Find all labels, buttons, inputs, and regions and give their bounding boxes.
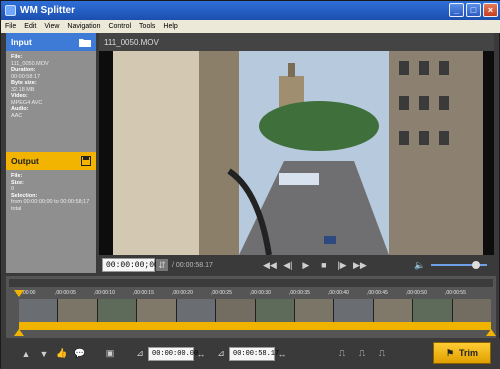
playhead-marker[interactable] [14, 290, 24, 297]
down-arrow-icon[interactable]: ▼ [39, 349, 49, 359]
transport-buttons: ◀◀ ◀| ▶ ■ |▶ ▶▶ [263, 260, 367, 271]
maximize-button[interactable]: □ [466, 3, 481, 17]
thumb-2 [58, 299, 98, 322]
current-time-field[interactable]: 00:00:00;00 [102, 258, 159, 272]
thumb-7 [255, 299, 295, 322]
menu-control[interactable]: Control [108, 23, 131, 30]
total-time: / 00:00:58.17 [172, 261, 213, 269]
input-audio-value: AAC [11, 112, 23, 119]
next-marker-icon[interactable]: ▶▶ [353, 260, 367, 270]
volume-slider[interactable] [430, 261, 487, 269]
thumb-10 [373, 299, 414, 322]
title-bar: WM Splitter _ □ × [1, 1, 500, 20]
play-icon[interactable]: ▶ [301, 260, 311, 270]
minimize-button[interactable]: _ [449, 3, 464, 17]
video-filename: 111_0050.MOV [99, 33, 494, 51]
window-controls: _ □ × [449, 3, 498, 17]
timeline-scrollbar[interactable] [9, 279, 493, 287]
thumb-1 [19, 299, 59, 322]
trim-button[interactable]: ⚑ Trim [433, 342, 491, 364]
stop-icon[interactable]: ■ [319, 260, 329, 270]
output-heading: Output [11, 156, 39, 166]
comment-icon[interactable]: 💬 [74, 348, 85, 359]
start-time-field[interactable]: 00:00:00.00 [148, 346, 198, 361]
window-title: WM Splitter [20, 5, 75, 16]
timeline-tick: ,00:00:40 [328, 290, 349, 296]
menu-bar: File Edit View Navigation Control Tools … [1, 20, 500, 33]
set-start-icon[interactable]: ⊿ [135, 348, 145, 359]
output-panel-header: Output [6, 152, 96, 170]
step-forward-icon[interactable]: |▶ [337, 260, 347, 270]
timeline-panel: 00:00:00,00:00:05,00:00:10,00:00:15,00:0… [6, 276, 496, 338]
video-preview[interactable] [99, 51, 494, 255]
time-spin-icon[interactable]: ⇵ [156, 259, 168, 271]
timeline-tick: ,00:00:10 [94, 290, 115, 296]
thumbs-up-icon[interactable]: 👍 [56, 348, 67, 359]
timeline-tick: ,00:00:25 [211, 290, 232, 296]
set-end-icon[interactable]: ⊿ [216, 348, 226, 359]
menu-tools[interactable]: Tools [139, 23, 155, 30]
playback-controls: 00:00:00;00 ⇵ / 00:00:58.17 ◀◀ ◀| ▶ ■ |▶… [99, 255, 494, 275]
thumb-9 [334, 299, 374, 322]
bottom-toolbar: ▲ ▼ 👍 💬 ▣ ⊿ 00:00:00.00 ↔ ⊿ 00:00:58.17 … [1, 338, 500, 369]
split-icon[interactable]: ⎍ [337, 348, 347, 359]
end-spin-icon[interactable]: ↔ [277, 349, 287, 359]
thumb-5 [176, 299, 217, 322]
menu-help[interactable]: Help [163, 23, 177, 30]
thumb-11 [413, 299, 453, 322]
menu-edit[interactable]: Edit [24, 23, 36, 30]
flag-icon: ⚑ [445, 347, 455, 358]
timeline-tick: ,00:00:15 [133, 290, 154, 296]
timeline-tick: ,00:00:20 [172, 290, 193, 296]
timeline-tick: ,00:00:45 [367, 290, 388, 296]
end-time-field[interactable]: 00:00:58.17 [229, 346, 279, 361]
up-arrow-icon[interactable]: ▲ [21, 349, 31, 359]
timeline-tick: ,00:00:05 [55, 290, 76, 296]
selection-start-handle[interactable] [14, 329, 24, 336]
selection-end-handle[interactable] [486, 329, 496, 336]
timeline-tick: ,00:00:35 [289, 290, 310, 296]
thumb-3 [97, 299, 138, 322]
video-frame [99, 51, 494, 255]
app-icon [5, 5, 16, 16]
crop-icon[interactable]: ▣ [105, 348, 115, 359]
timeline-ruler: 00:00:00,00:00:05,00:00:10,00:00:15,00:0… [16, 290, 496, 298]
thumb-4 [137, 299, 177, 322]
input-panel-body: File: 111_0050.MOV Duration: 00:00:58:17… [6, 51, 96, 152]
menu-view[interactable]: View [44, 23, 59, 30]
step-back-icon[interactable]: ◀| [283, 260, 293, 270]
thumb-12 [452, 299, 492, 322]
menu-file[interactable]: File [5, 23, 16, 30]
trim-label: Trim [459, 348, 479, 358]
save-icon[interactable] [81, 156, 91, 166]
output-panel-body: File: Size: 0 Selection: from 00:00:00;0… [6, 170, 96, 273]
thumb-8 [294, 299, 335, 322]
timeline-tick: ,00:00:30 [250, 290, 271, 296]
selection-range-bar[interactable] [19, 322, 491, 330]
app-window: WM Splitter _ □ × File Edit View Navigat… [0, 0, 500, 369]
start-spin-icon[interactable]: ↔ [196, 349, 206, 359]
thumbnail-strip[interactable] [19, 299, 492, 322]
input-heading: Input [11, 37, 32, 47]
volume-knob[interactable] [471, 261, 480, 269]
folder-icon[interactable] [79, 38, 91, 47]
close-button[interactable]: × [483, 3, 498, 17]
cut-start-icon[interactable]: ⎍ [357, 348, 367, 359]
input-panel-header: Input [6, 33, 96, 51]
prev-marker-icon[interactable]: ◀◀ [263, 260, 277, 270]
cut-end-icon[interactable]: ⎍ [377, 348, 387, 359]
timeline-tick: ,00:00:55 [445, 290, 466, 296]
speaker-icon[interactable]: 🔈 [414, 260, 425, 270]
side-panel: Input File: 111_0050.MOV Duration: 00:00… [6, 33, 96, 273]
output-selection-value: from 00:00:00;00 to 00:00:58;17 total [11, 199, 90, 212]
menu-navigation[interactable]: Navigation [67, 23, 100, 30]
thumb-6 [216, 299, 256, 322]
timeline-tick: ,00:00:50 [406, 290, 427, 296]
